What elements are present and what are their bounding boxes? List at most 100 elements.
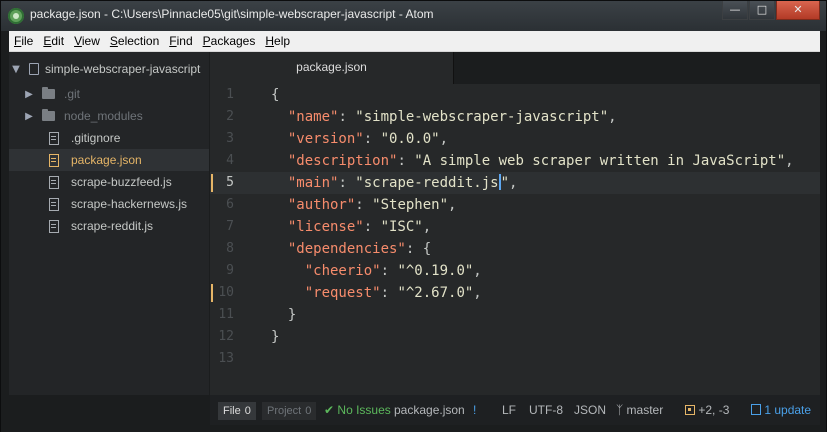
window-title: package.json - C:\Users\Pinnacle05\git\s… (30, 7, 434, 21)
menu-help[interactable]: Help (260, 31, 295, 51)
tree-item-label: scrape-hackernews.js (71, 197, 188, 211)
code-string: " (500, 175, 510, 191)
git-diff-label: +2, -3 (698, 403, 730, 417)
updates-label: 1 update (764, 403, 812, 417)
code-line: "license": "ISC", (287, 219, 432, 235)
window-controls: — □ ✕ (721, 1, 820, 20)
code-line: { (271, 84, 279, 106)
menu-file-label: ile (21, 34, 34, 48)
tree-item-git[interactable]: ▶ .git (9, 83, 209, 105)
code-line: "author": "Stephen", (287, 197, 457, 213)
editor-line-cursor: 5 "main": "scrape-reddit.js ", (210, 172, 820, 194)
editor-line: 10 "request": "^2.67.0", (210, 282, 820, 304)
menu-file[interactable]: File (9, 31, 38, 51)
chevron-right-icon: ▶ (25, 88, 33, 100)
code-line: "description": "A simple web scraper wri… (287, 153, 794, 169)
chevron-right-icon: ▶ (25, 110, 33, 122)
encoding[interactable]: UTF-8 (529, 395, 563, 425)
grammar-selector[interactable]: JSON (574, 395, 606, 425)
tree-item-scrape-reddit[interactable]: scrape-reddit.js (9, 215, 209, 237)
line-number: 8 (226, 241, 234, 256)
tree-item-gitignore[interactable]: .gitignore (9, 127, 209, 149)
package-updates[interactable]: 1 update (751, 395, 811, 425)
code-string: "scrape-reddit.js (355, 175, 499, 191)
maximize-button[interactable]: □ (749, 1, 775, 20)
project-root[interactable]: ▼ simple-webscraper-javascript (9, 58, 209, 80)
code-string: "^2.67.0" (397, 285, 474, 301)
code-key: "version" (287, 131, 364, 147)
menu-packages-mnemonic: P (202, 34, 211, 48)
tree-item-label: package.json (71, 153, 142, 167)
text-editor[interactable]: 1 { 2 "name": "simple-webscraper-javascr… (210, 84, 820, 395)
tab-bar: package.json (210, 52, 820, 84)
repo-icon (29, 63, 39, 75)
line-number: 11 (218, 307, 234, 322)
menu-packages-label: ackages (210, 34, 256, 48)
code-line: "name": "simple-webscraper-javascript", (287, 109, 617, 125)
tree-item-package-json[interactable]: package.json (9, 149, 209, 171)
code-line: "cheerio": "^0.19.0", (304, 263, 482, 279)
linter-status[interactable]: ✔ No Issues (324, 395, 391, 425)
line-number: 2 (226, 109, 234, 124)
editor-line: 12 } (210, 326, 820, 348)
minimize-button[interactable]: — (722, 1, 748, 20)
status-bar: File 0 Project 0 ✔ No Issues package.json … (210, 395, 820, 425)
tree-view: ▼ simple-webscraper-javascript ▶ .git ▶ … (9, 52, 209, 395)
line-number: 4 (226, 153, 234, 168)
grammar-marker[interactable]: ! (473, 395, 476, 425)
linter-project-tab[interactable]: Project 0 (262, 402, 317, 420)
menu-selection-mnemonic: S (109, 34, 118, 48)
code-line: } (271, 326, 279, 348)
file-icon (49, 219, 59, 233)
editor-line: 8 "dependencies": { (210, 238, 820, 260)
tree-item-scrape-hackernews[interactable]: scrape-hackernews.js (9, 193, 209, 215)
line-number: 6 (226, 197, 234, 212)
editor-line: 6 "author": "Stephen", (210, 194, 820, 216)
menu-edit-label: dit (51, 34, 65, 48)
tree-item-node-modules[interactable]: ▶ node_modules (9, 105, 209, 127)
menu-help-label: elp (274, 34, 291, 48)
code-string: "Stephen" (372, 197, 449, 213)
menu-edit[interactable]: Edit (38, 31, 69, 51)
tab-package-json[interactable]: package.json (210, 52, 454, 84)
editor-line: 4 "description": "A simple web scraper w… (210, 150, 820, 172)
code-key: "cheerio" (304, 263, 381, 279)
code-string: "simple-webscraper-javascript" (355, 109, 609, 125)
title-bar[interactable]: package.json - C:\Users\Pinnacle05\git\s… (1, 1, 826, 31)
project-root-label: simple-webscraper-javascript (45, 62, 201, 76)
tree-item-label: scrape-reddit.js (71, 219, 154, 233)
tree-item-label: node_modules (64, 109, 143, 123)
code-line: "version": "0.0.0", (287, 131, 449, 147)
code-key: "dependencies" (287, 241, 406, 257)
menu-packages[interactable]: Packages (198, 31, 261, 51)
chevron-down-icon[interactable]: ▼ (9, 64, 23, 75)
close-button[interactable]: ✕ (776, 1, 820, 20)
editor-line: 13 (210, 348, 820, 370)
linter-file-label: File (223, 405, 241, 417)
line-number: 1 (226, 87, 234, 102)
menu-find-mnemonic: F (169, 34, 177, 48)
editor-line: 2 "name": "simple-webscraper-javascript"… (210, 106, 820, 128)
code-line: "main": "scrape-reddit.js ", (287, 174, 518, 191)
line-number: 3 (226, 131, 234, 146)
atom-window: package.json - C:\Users\Pinnacle05\git\s… (0, 0, 827, 432)
menu-selection-label: election (117, 34, 160, 48)
line-number: 13 (218, 351, 234, 366)
editor-line: 7 "license": "ISC", (210, 216, 820, 238)
linter-file-tab[interactable]: File 0 (218, 402, 256, 420)
git-branch-label: master (626, 403, 664, 417)
code-key: "description" (287, 153, 398, 169)
editor-line: 1 { (210, 84, 820, 106)
code-token: { (271, 87, 280, 103)
menu-find[interactable]: Find (164, 31, 197, 51)
code-key: "author" (287, 197, 356, 213)
git-diff[interactable]: +2, -3 (685, 395, 729, 425)
linter-project-label: Project (267, 405, 302, 417)
status-filename[interactable]: package.json (394, 395, 465, 425)
menu-view[interactable]: View (69, 31, 105, 51)
line-ending[interactable]: LF (502, 395, 516, 425)
menu-bar: File Edit View Selection Find Packages H… (9, 31, 820, 52)
git-branch[interactable]: ᛉ master (616, 395, 663, 425)
menu-selection[interactable]: Selection (105, 31, 164, 51)
tree-item-scrape-buzzfeed[interactable]: scrape-buzzfeed.js (9, 171, 209, 193)
